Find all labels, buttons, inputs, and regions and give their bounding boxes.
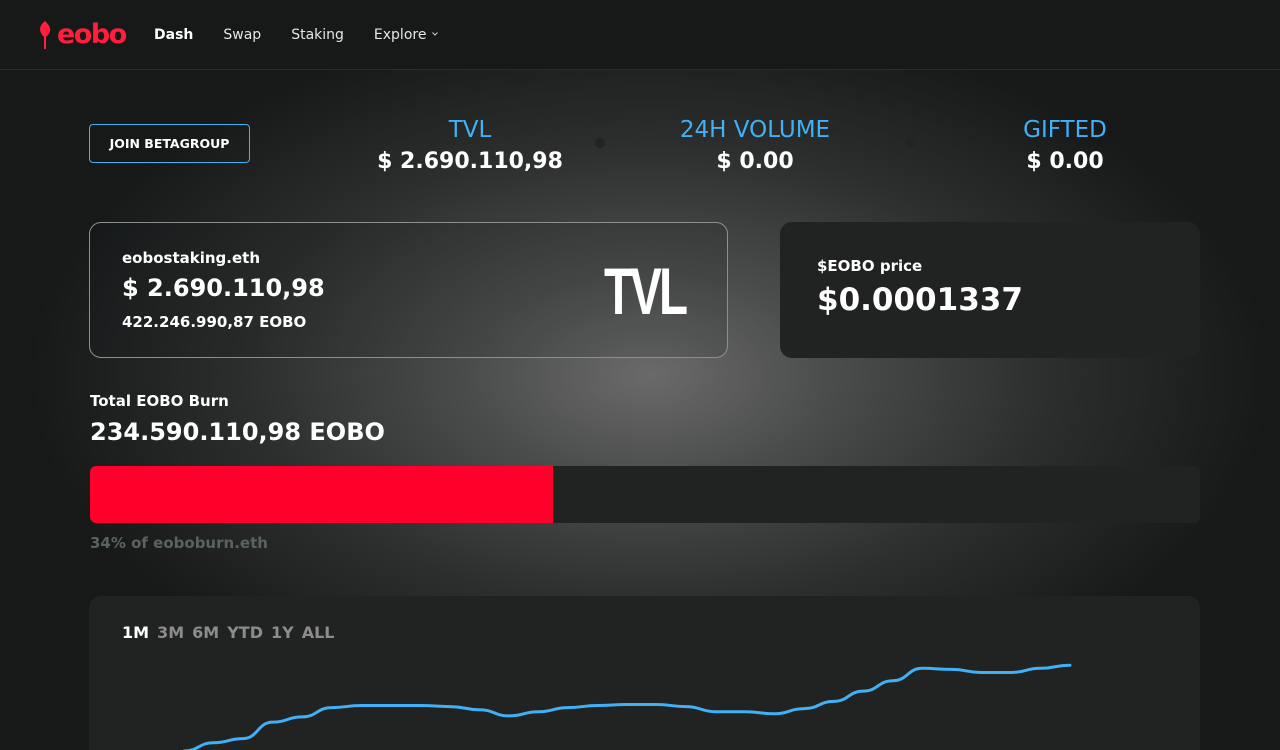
join-betagroup-button[interactable]: JOIN BETAGROUP [89,124,250,163]
nav-item-dash[interactable]: Dash [154,25,193,45]
burn-progress-fill [90,466,553,523]
stat-label: TVL [448,117,492,143]
stat-value: $ 0.00 [1026,149,1104,174]
stat-tvl: TVL $ 2.690.110,98 [340,114,600,178]
eobo-price-card: $EOBO price $0.0001337 [780,222,1200,358]
burn-progress-bar [90,466,1200,523]
staking-tvl-card: eobostaking.eth $ 2.690.110,98 422.246.9… [89,222,728,358]
stat-separator [905,138,915,148]
burn-progress-note: 34% of eoboburn.eth [90,534,268,552]
staking-usd-value: $ 2.690.110,98 [122,274,325,302]
nav-item-explore[interactable]: Explore [374,25,439,45]
flame-logo-icon [40,21,51,49]
staking-contract-name: eobostaking.eth [122,249,260,267]
burn-value: 234.590.110,98 EOBO [90,418,385,446]
nav-item-explore-label: Explore [373,27,427,43]
nav-item-swap[interactable]: Swap [223,25,261,45]
stat-label: GIFTED [1023,117,1107,143]
main-nav: Dash Swap Staking Explore [154,25,468,45]
top-navbar: eobo Dash Swap Staking Explore [0,0,1280,70]
staking-token-value: 422.246.990,87 EOBO [122,313,307,331]
brand-logo[interactable]: eobo [36,19,127,50]
stat-value: $ 2.690.110,98 [377,149,563,174]
tvl-big-label: TVL [604,254,688,328]
price-label: $EOBO price [817,257,923,275]
price-chart-card: 1M 3M 6M YTD 1Y ALL [89,596,1200,750]
brand-name: eobo [57,19,127,50]
price-value: $0.0001337 [817,282,1023,318]
nav-item-staking[interactable]: Staking [291,25,344,45]
burn-label: Total EOBO Burn [90,392,229,410]
stat-label: 24H VOLUME [679,117,831,143]
stat-gifted: GIFTED $ 0.00 [935,114,1195,178]
stat-value: $ 0.00 [716,149,794,174]
stat-separator [595,138,605,148]
stat-24h-volume: 24H VOLUME $ 0.00 [625,114,885,178]
line-chart [182,663,1072,750]
price-series-line [182,663,1072,750]
chevron-down-icon [432,32,439,36]
